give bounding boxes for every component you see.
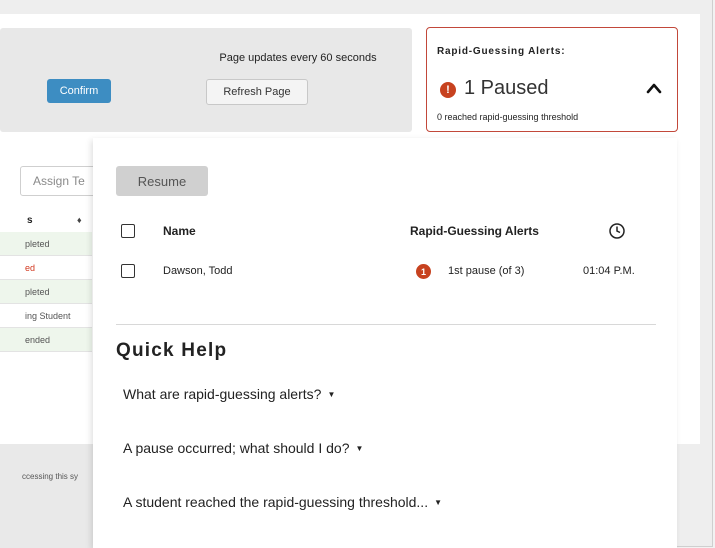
quick-help-title: Quick Help	[116, 340, 228, 361]
student-row-checkbox[interactable]	[121, 264, 135, 278]
alerts-card-title: Rapid-Guessing Alerts:	[437, 46, 566, 57]
divider	[116, 324, 656, 325]
caret-down-icon: ▼	[327, 389, 336, 399]
status-cell: pleted	[25, 286, 50, 297]
status-column-label: s	[27, 214, 33, 226]
alert-icon: !	[440, 82, 456, 98]
table-row[interactable]: ed	[0, 256, 92, 280]
chevron-up-icon[interactable]	[645, 80, 663, 96]
clock-icon[interactable]	[608, 222, 626, 240]
footer-strip	[0, 444, 93, 548]
refresh-page-button[interactable]: Refresh Page	[206, 79, 308, 105]
page-update-note: Page updates every 60 seconds	[219, 52, 377, 64]
rapid-guessing-alerts-card[interactable]: Rapid-Guessing Alerts: ! 1 Paused 0 reac…	[426, 27, 678, 132]
pause-status: 1st pause (of 3)	[448, 265, 525, 277]
threshold-count: 0 reached rapid-guessing threshold	[437, 112, 579, 122]
faq-pause-occurred[interactable]: A pause occurred; what should I do? ▼	[123, 440, 363, 456]
status-cell: ing Student	[25, 310, 71, 321]
status-cell: ended	[25, 334, 51, 345]
pause-time: 01:04 P.M.	[583, 265, 635, 277]
table-row[interactable]: pleted	[0, 232, 92, 256]
sort-icon[interactable]: ♦	[77, 215, 82, 225]
faq-rapid-guessing-alerts[interactable]: What are rapid-guessing alerts? ▼	[123, 386, 335, 402]
faq-label: A pause occurred; what should I do?	[123, 440, 350, 456]
table-row[interactable]: pleted	[0, 280, 92, 304]
confirm-button[interactable]: Confirm	[47, 79, 111, 103]
pause-alert-icon: 1	[416, 264, 431, 279]
faq-threshold-reached[interactable]: A student reached the rapid-guessing thr…	[123, 494, 442, 510]
table-row[interactable]: ing Student	[0, 304, 92, 328]
status-cell: pleted	[25, 238, 50, 249]
alerts-column-header[interactable]: Rapid-Guessing Alerts	[410, 224, 539, 238]
faq-label: What are rapid-guessing alerts?	[123, 386, 322, 402]
status-column-header[interactable]: s ♦	[0, 208, 92, 232]
student-name[interactable]: Dawson, Todd	[163, 265, 233, 277]
footer-text: ccessing this sy	[22, 472, 79, 481]
table-row[interactable]: ended	[0, 328, 92, 352]
name-column-header[interactable]: Name	[163, 224, 196, 238]
caret-down-icon: ▼	[434, 497, 443, 507]
alerts-dropdown-panel: Resume Name Rapid-Guessing Alerts Dawson…	[93, 138, 677, 548]
status-cell: ed	[25, 262, 36, 273]
select-all-checkbox[interactable]	[121, 224, 135, 238]
caret-down-icon: ▼	[355, 443, 364, 453]
paused-count: 1 Paused	[464, 77, 549, 99]
resume-button[interactable]: Resume	[116, 166, 208, 196]
faq-label: A student reached the rapid-guessing thr…	[123, 494, 429, 510]
